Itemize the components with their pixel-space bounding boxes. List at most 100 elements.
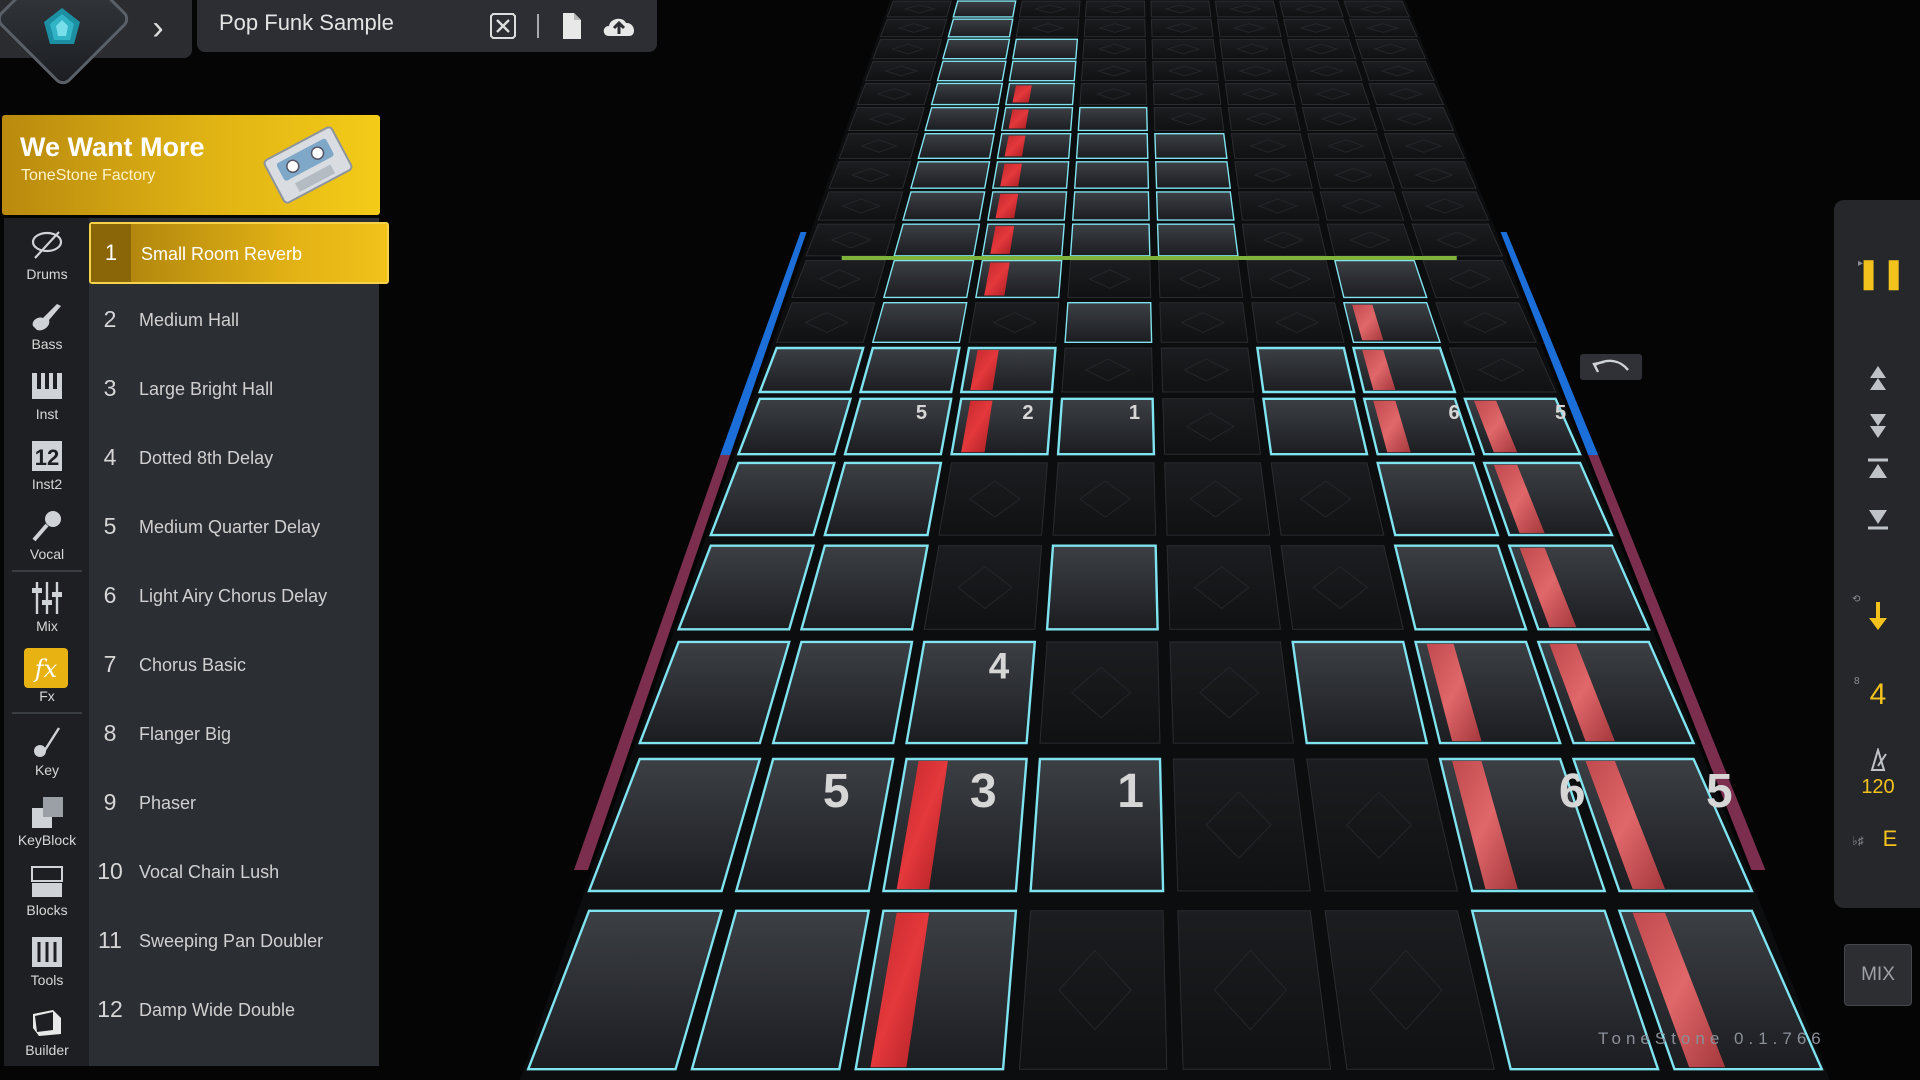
scroll-up-icon[interactable] xyxy=(1856,360,1900,400)
key-value[interactable]: E xyxy=(1868,826,1912,866)
follow-arrow-icon[interactable] xyxy=(1856,596,1900,636)
empty-slot xyxy=(1018,910,1168,1070)
tile xyxy=(1262,397,1369,456)
tile xyxy=(905,640,1037,745)
tile-number: 3 xyxy=(970,765,997,818)
preset-number: 9 xyxy=(103,789,117,815)
preset-item-1[interactable]: 1 Small Room Reverb xyxy=(89,222,389,284)
preset-item-10[interactable]: 10 Vocal Chain Lush xyxy=(89,840,379,902)
category-label: Mix xyxy=(36,618,58,634)
category-key[interactable]: Key xyxy=(4,718,90,786)
empty-slot xyxy=(1368,82,1445,106)
inst-icon xyxy=(32,373,62,399)
preset-number: 3 xyxy=(103,375,117,401)
empty-slot xyxy=(1172,758,1311,892)
tile xyxy=(936,60,1007,82)
file-icon[interactable] xyxy=(555,10,587,42)
category-builder[interactable]: Builder xyxy=(4,998,90,1066)
tools-icon xyxy=(32,937,62,967)
preset-item-8[interactable]: 8 Flanger Big xyxy=(89,702,379,764)
empty-slot xyxy=(1151,38,1217,60)
preset-item-7[interactable]: 7 Chorus Basic xyxy=(89,633,379,695)
category-tools[interactable]: Tools xyxy=(4,928,90,996)
category-inst[interactable]: Inst xyxy=(4,362,90,430)
tile xyxy=(1291,640,1429,745)
empty-slot xyxy=(817,191,904,221)
category-label: Inst2 xyxy=(31,476,63,492)
category-label: Builder xyxy=(25,1042,69,1058)
category-label: KeyBlock xyxy=(17,832,77,848)
cloud-upload-icon[interactable] xyxy=(599,10,639,42)
category-label: Tools xyxy=(30,972,64,988)
category-label: Inst xyxy=(35,406,59,422)
preset-item-9[interactable]: 9 Phaser xyxy=(89,771,379,833)
scroll-down-icon[interactable] xyxy=(1856,406,1900,446)
empty-slot xyxy=(1375,107,1455,131)
preset-label: Dotted 8th Delay xyxy=(139,448,274,468)
preset-label: Medium Hall xyxy=(139,310,240,330)
empty-slot xyxy=(923,545,1043,630)
preset-number: 11 xyxy=(98,927,122,953)
preset-number: 1 xyxy=(91,224,131,282)
empty-slot xyxy=(1015,18,1080,38)
empty-slot xyxy=(1152,60,1219,82)
tile-number: 4 xyxy=(989,646,1010,687)
empty-slot xyxy=(1084,0,1146,18)
jump-top-icon[interactable] xyxy=(1856,452,1900,492)
empty-slot xyxy=(1383,133,1466,159)
beats-value[interactable]: 4 xyxy=(1856,678,1900,718)
preset-number: 12 xyxy=(97,996,123,1022)
preset-item-6[interactable]: 6 Light Airy Chorus Delay xyxy=(89,564,379,626)
tile-number: 6 xyxy=(1448,402,1459,424)
undo-button[interactable] xyxy=(1580,354,1642,380)
empty-slot xyxy=(1296,82,1370,106)
chevron-right-icon[interactable]: › xyxy=(140,8,176,48)
empty-slot xyxy=(1301,107,1378,131)
preset-item-3[interactable]: 3 Large Bright Hall xyxy=(89,357,379,419)
empty-slot xyxy=(1164,462,1271,536)
category-keyblock[interactable]: KeyBlock xyxy=(4,788,90,856)
tile xyxy=(1075,132,1149,160)
tile xyxy=(952,0,1017,18)
category-mix[interactable]: Mix xyxy=(4,574,90,642)
empty-slot xyxy=(856,82,932,106)
preset-label: Chorus Basic xyxy=(139,655,247,675)
tile xyxy=(917,132,995,160)
category-blocks[interactable]: Blocks xyxy=(4,858,90,926)
tile xyxy=(947,18,1014,38)
tile-number: 5 xyxy=(1706,765,1733,818)
preset-item-2[interactable]: 2 Medium Hall xyxy=(89,288,379,350)
mix-button[interactable]: MIX xyxy=(1844,944,1912,1006)
preset-label: Phaser xyxy=(139,793,197,813)
category-inst2[interactable]: 12 Inst2 xyxy=(4,432,90,500)
jump-bottom-icon[interactable] xyxy=(1856,498,1900,538)
category-bass[interactable]: Bass xyxy=(4,292,90,360)
tempo-value[interactable]: 120 xyxy=(1856,776,1900,816)
builder-icon xyxy=(33,1010,61,1036)
preset-label: Sweeping Pan Doubler xyxy=(139,931,324,951)
preset-item-5[interactable]: 5 Medium Quarter Delay xyxy=(89,495,379,557)
preset-item-12[interactable]: 12 Damp Wide Double xyxy=(89,978,379,1040)
category-drums[interactable]: Drums xyxy=(4,222,90,290)
empty-slot xyxy=(775,302,876,343)
tonestone-logo-icon[interactable] xyxy=(40,6,84,50)
project-title[interactable]: Pop Funk Sample xyxy=(219,10,394,36)
project-title-bar: Pop Funk Sample xyxy=(197,0,657,52)
close-project-icon[interactable] xyxy=(487,10,519,42)
preset-item-4[interactable]: 4 Dotted 8th Delay xyxy=(89,426,379,488)
tile xyxy=(1333,259,1428,299)
empty-slot xyxy=(864,60,937,82)
tile xyxy=(893,223,981,257)
preset-item-11[interactable]: 11 Sweeping Pan Doubler xyxy=(89,909,379,971)
tile xyxy=(858,346,961,394)
empty-slot xyxy=(1241,223,1327,257)
empty-slot xyxy=(838,133,919,159)
preset-number: 6 xyxy=(103,582,117,608)
microphone-icon xyxy=(32,511,61,542)
transport-panel: ❚❚ ▸ ⟲ 8 4 120 ♭♯ E xyxy=(1834,200,1920,908)
key-note-icon xyxy=(34,727,61,757)
category-vocal[interactable]: Vocal xyxy=(4,502,90,570)
song-card[interactable]: We Want More ToneStone Factory xyxy=(2,115,380,215)
category-fx[interactable]: fx Fx xyxy=(4,644,90,712)
empty-slot xyxy=(1237,191,1320,221)
